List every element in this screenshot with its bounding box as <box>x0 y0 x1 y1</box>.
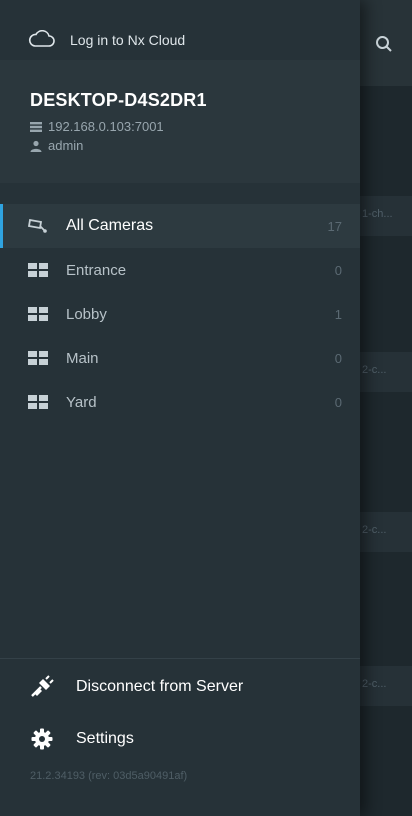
group-item-lobby[interactable]: Lobby 1 <box>0 292 360 336</box>
group-item-main[interactable]: Main 0 <box>0 336 360 380</box>
background-camera-tile: 2-c... <box>360 512 412 552</box>
group-item-yard[interactable]: Yard 0 <box>0 380 360 424</box>
search-icon <box>376 36 392 52</box>
group-label: Lobby <box>66 305 107 323</box>
version-text: 21.2.34193 (rev: 03d5a90491af) <box>30 770 188 782</box>
background-camera-tile: 2-c... <box>360 666 412 706</box>
background-camera-tile: 2-c... <box>360 352 412 392</box>
group-item-entrance[interactable]: Entrance 0 <box>0 248 360 292</box>
user-icon <box>30 140 42 152</box>
settings-button[interactable]: Settings <box>0 714 360 764</box>
group-count: 0 <box>334 262 342 278</box>
layout-icon <box>28 351 48 365</box>
navigation-drawer: Log in to Nx Cloud DESKTOP-D4S2DR1 192.1… <box>0 0 360 816</box>
disconnect-button[interactable]: Disconnect from Server <box>0 662 360 712</box>
group-count: 0 <box>334 394 342 410</box>
divider <box>0 658 360 659</box>
plug-icon <box>31 675 54 697</box>
layout-icon <box>28 307 48 321</box>
group-count: 0 <box>334 350 342 366</box>
server-name: DESKTOP-D4S2DR1 <box>30 90 207 110</box>
server-icon <box>30 121 42 132</box>
camera-icon <box>28 218 47 233</box>
background-camera-tile: 1-ch... <box>360 196 412 236</box>
group-label: Yard <box>66 393 97 411</box>
server-address-row: 192.168.0.103:7001 <box>30 119 360 134</box>
layout-icon <box>28 263 48 277</box>
gear-icon <box>31 728 53 750</box>
server-address: 192.168.0.103:7001 <box>48 119 164 134</box>
search-button[interactable] <box>372 32 396 56</box>
group-count: 1 <box>334 306 342 322</box>
layout-icon <box>28 395 48 409</box>
group-label: Entrance <box>66 261 127 279</box>
user-row: admin <box>30 138 360 153</box>
disconnect-label: Disconnect from Server <box>76 678 244 695</box>
camera-groups-list: All Cameras 17 Entrance 0 Lobby 1 Main 0… <box>0 204 360 424</box>
server-info: DESKTOP-D4S2DR1 192.168.0.103:7001 admin <box>0 60 360 183</box>
group-label: Main <box>66 349 99 367</box>
cloud-login-label: Log in to Nx Cloud <box>70 32 186 48</box>
settings-label: Settings <box>76 730 134 747</box>
group-label: All Cameras <box>66 217 154 234</box>
cloud-icon <box>28 30 55 47</box>
group-item-all-cameras[interactable]: All Cameras 17 <box>0 204 360 248</box>
group-count: 17 <box>327 218 342 234</box>
username: admin <box>48 138 84 153</box>
